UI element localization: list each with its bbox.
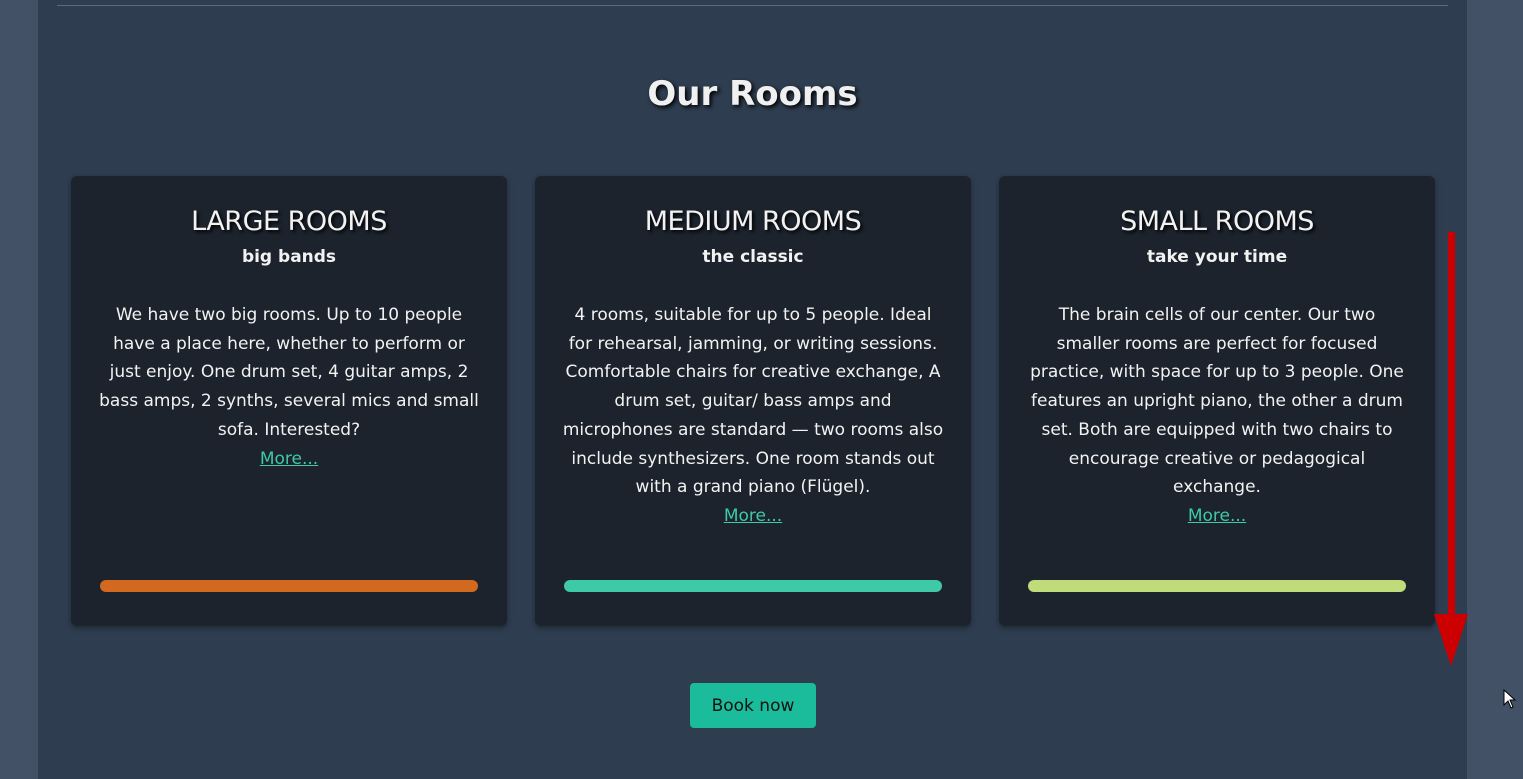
room-title: MEDIUM ROOMS: [644, 206, 862, 237]
more-link[interactable]: More...: [260, 445, 318, 473]
more-link[interactable]: More...: [1188, 502, 1246, 530]
room-title: SMALL ROOMS: [1120, 206, 1314, 237]
room-subtitle: the classic: [702, 247, 804, 267]
room-card-medium: MEDIUM ROOMS the classic 4 rooms, suitab…: [535, 176, 971, 626]
section-title: Our Rooms: [647, 74, 858, 114]
room-subtitle: take your time: [1146, 247, 1288, 267]
mouse-cursor-icon: [1503, 689, 1517, 709]
room-card-small: SMALL ROOMS take your time The brain cel…: [999, 176, 1435, 626]
book-now-button[interactable]: Book now: [690, 683, 816, 728]
room-description: The brain cells of our center. Our two s…: [1030, 305, 1404, 498]
room-card-large: LARGE ROOMS big bands We have two big ro…: [71, 176, 507, 626]
down-arrow-icon: [1434, 232, 1468, 666]
room-subtitle: big bands: [241, 247, 337, 267]
room-title: LARGE ROOMS: [191, 206, 387, 237]
color-bar: [1028, 580, 1406, 592]
room-description: 4 rooms, suitable for up to 5 people. Id…: [562, 305, 944, 498]
color-bar: [100, 580, 478, 592]
divider: [57, 5, 1448, 6]
color-bar: [564, 580, 942, 592]
rooms-section: Our Rooms LARGE ROOMS big bands We have …: [38, 0, 1467, 779]
room-description: We have two big rooms. Up to 10 people h…: [99, 305, 479, 440]
more-link[interactable]: More...: [724, 502, 782, 530]
